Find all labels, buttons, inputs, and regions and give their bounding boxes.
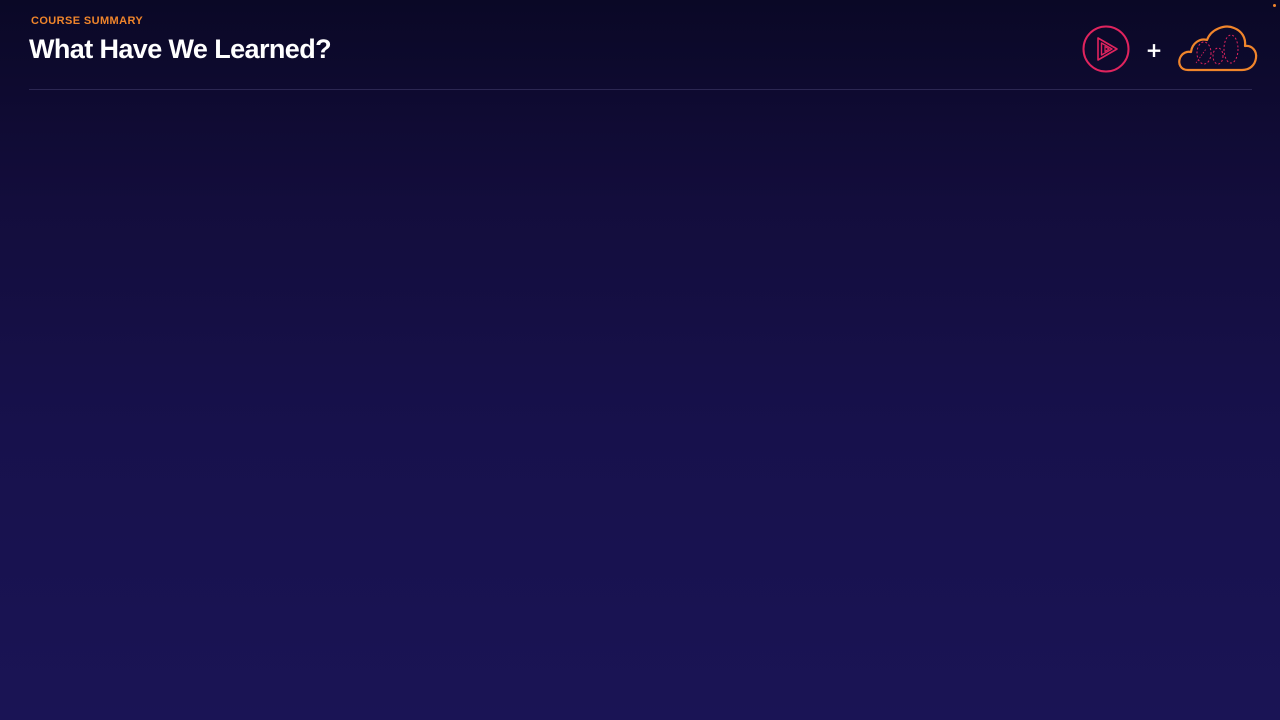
section-label: COURSE SUMMARY xyxy=(31,15,144,27)
slide-content xyxy=(29,100,1252,700)
plus-icon: + xyxy=(1145,38,1163,62)
header-divider xyxy=(29,89,1252,90)
cloud-logo-icon xyxy=(1176,23,1260,73)
indicator-dot xyxy=(1273,4,1276,7)
page-title: What Have We Learned? xyxy=(29,34,332,64)
play-logo-icon xyxy=(1082,25,1130,73)
slide: COURSE SUMMARY What Have We Learned? + xyxy=(0,0,1280,720)
